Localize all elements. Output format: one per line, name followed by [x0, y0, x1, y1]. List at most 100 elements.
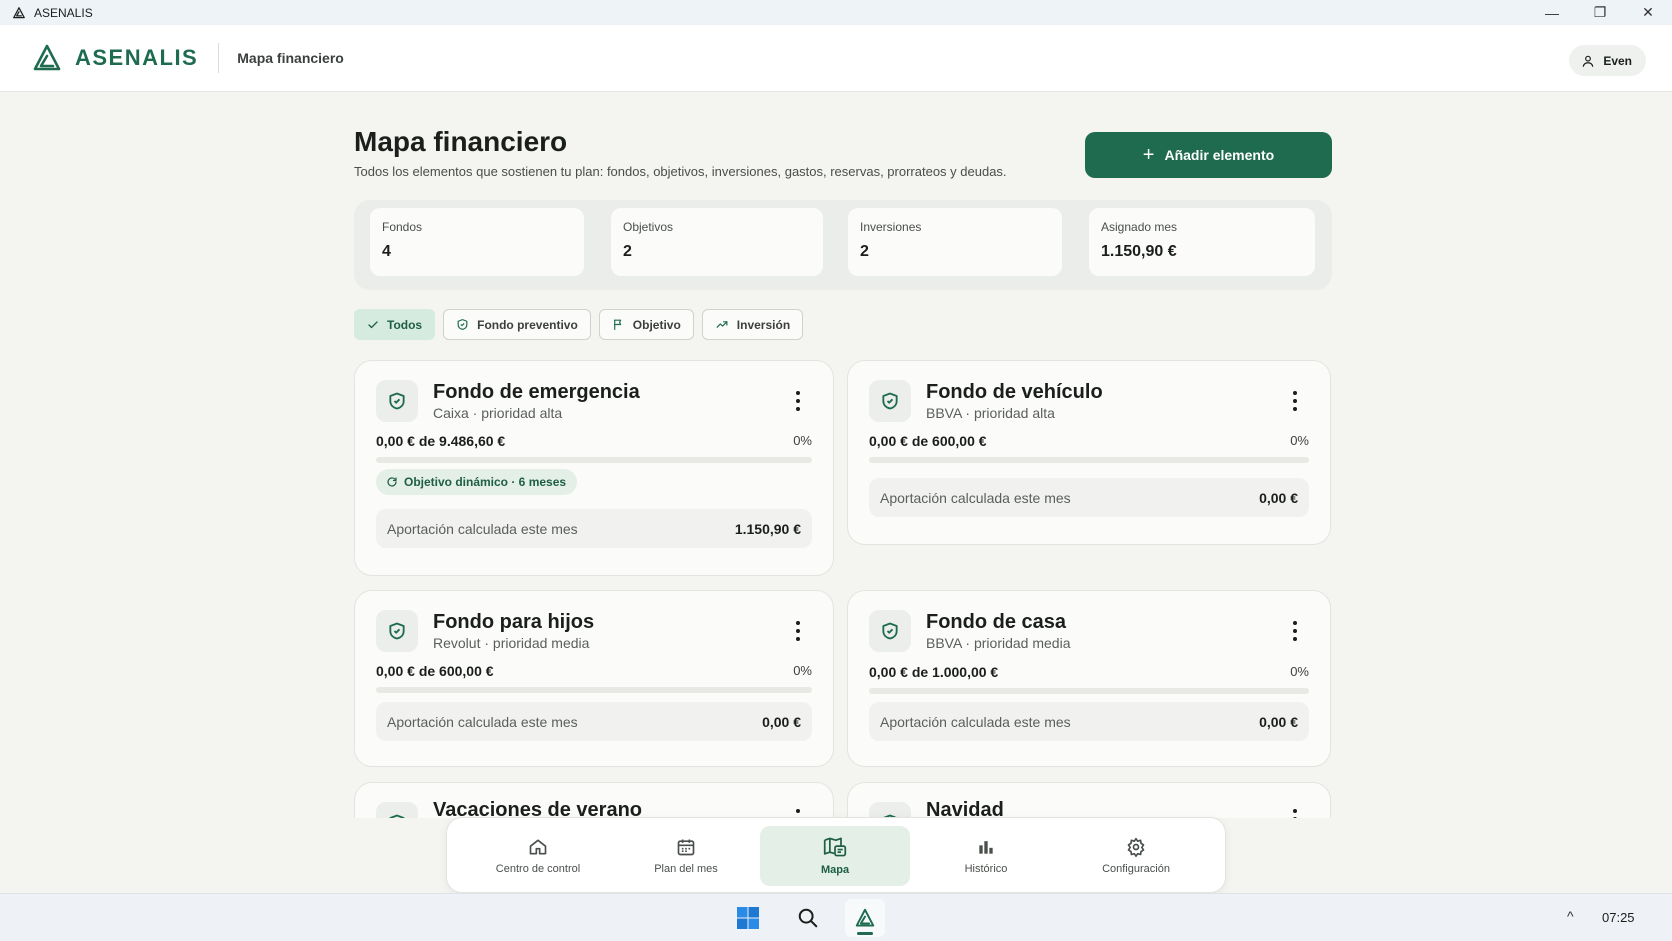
more-options-icon[interactable]: [1292, 621, 1298, 641]
stat-label: Objetivos: [623, 220, 674, 234]
filter-fondo-preventivo[interactable]: Fondo preventivo: [443, 309, 591, 340]
add-element-button[interactable]: + Añadir elemento: [1085, 132, 1332, 178]
stat-value: 2: [860, 243, 869, 260]
os-taskbar: ^ 07:25: [0, 893, 1672, 941]
start-button[interactable]: [728, 899, 768, 937]
contribution-label: Aportación calculada este mes: [880, 713, 1071, 730]
more-options-icon[interactable]: [1292, 809, 1298, 818]
bar-chart-icon: [976, 837, 996, 857]
filter-label: Todos: [387, 317, 423, 332]
card-fondo-casa[interactable]: Fondo de casa BBVA · prioridad media 0,0…: [847, 590, 1331, 767]
page-title: Mapa financiero: [354, 126, 568, 157]
nav-centro-de-control[interactable]: Centro de control: [463, 826, 613, 886]
shield-icon: [869, 610, 911, 652]
card-subtitle: BBVA · prioridad alta: [926, 405, 1055, 421]
card-subtitle: Revolut · prioridad media: [433, 635, 590, 651]
shield-icon: [376, 380, 418, 422]
filter-objetivo[interactable]: Objetivo: [598, 309, 694, 340]
maximize-button[interactable]: ❐: [1576, 0, 1624, 25]
main-content[interactable]: Mapa financiero Todos los elementos que …: [0, 92, 1672, 818]
card-subtitle: BBVA · prioridad media: [926, 635, 1071, 651]
stat-inversiones: Inversiones 2: [848, 208, 1062, 276]
search-icon: [798, 908, 818, 928]
user-name: Even: [1603, 53, 1632, 68]
system-clock[interactable]: 07:25: [1602, 910, 1635, 925]
card-fondo-hijos[interactable]: Fondo para hijos Revolut · prioridad med…: [354, 590, 834, 767]
card-fondo-vehiculo[interactable]: Fondo de vehículo BBVA · prioridad alta …: [847, 360, 1331, 545]
gear-icon: [1126, 837, 1146, 857]
card-subtitle: Caixa · prioridad alta: [433, 405, 563, 421]
map-icon: [823, 836, 847, 858]
stat-label: Fondos: [382, 220, 423, 234]
card-fondo-emergencia[interactable]: Fondo de emergencia Caixa · prioridad al…: [354, 360, 834, 576]
nav-label: Histórico: [964, 863, 1008, 875]
filter-label: Inversión: [736, 317, 791, 332]
shield-icon: [869, 802, 911, 818]
header-divider: [218, 43, 220, 73]
contribution-label: Aportación calculada este mes: [880, 489, 1071, 506]
window-title: ASENALIS: [34, 5, 93, 20]
nav-label: Configuración: [1102, 863, 1170, 875]
shield-icon: [376, 802, 418, 818]
card-contribution: Aportación calculada este mes 0,00 €: [869, 702, 1309, 741]
card-title: Fondo para hijos: [433, 611, 595, 633]
card-contribution: Aportación calculada este mes 0,00 €: [869, 478, 1309, 517]
contribution-value: 0,00 €: [1259, 713, 1298, 730]
nav-label: Plan del mes: [654, 863, 718, 875]
user-menu-button[interactable]: Even: [1569, 45, 1646, 76]
card-progress-bar: [376, 687, 812, 693]
filter-label: Objetivo: [632, 317, 681, 332]
stat-asignado-mes: Asignado mes 1.150,90 €: [1089, 208, 1315, 276]
nav-mapa[interactable]: Mapa: [760, 826, 910, 886]
minimize-button[interactable]: —: [1528, 0, 1576, 25]
header-page-name: Mapa financiero: [237, 50, 344, 66]
more-options-icon[interactable]: [795, 391, 801, 411]
filter-inversion[interactable]: Inversión: [701, 309, 804, 340]
contribution-value: 0,00 €: [1259, 489, 1298, 506]
window-titlebar: ASENALIS — ❐ ✕: [0, 0, 1672, 25]
page-subtitle: Todos los elementos que sostienen tu pla…: [354, 164, 1007, 179]
stat-objetivos: Objetivos 2: [611, 208, 823, 276]
plus-icon: +: [1142, 143, 1155, 166]
search-button[interactable]: [788, 899, 828, 937]
card-percent: 0%: [793, 663, 812, 678]
shield-icon: [457, 319, 468, 330]
filter-todos[interactable]: Todos: [354, 309, 436, 340]
nav-configuracion[interactable]: Configuración: [1061, 826, 1211, 886]
dynamic-goal-badge: Objetivo dinámico · 6 meses: [376, 469, 578, 495]
windows-icon: [737, 907, 759, 929]
nav-plan-del-mes[interactable]: Plan del mes: [611, 826, 761, 886]
app-logo-icon: [855, 908, 875, 927]
more-options-icon[interactable]: [795, 621, 801, 641]
close-button[interactable]: ✕: [1624, 0, 1672, 25]
stat-fondos: Fondos 4: [370, 208, 584, 276]
card-contribution: Aportación calculada este mes 0,00 €: [376, 702, 812, 741]
filter-label: Fondo preventivo: [477, 317, 578, 332]
nav-label: Mapa: [820, 864, 850, 876]
home-icon: [528, 837, 548, 857]
refresh-icon: [387, 477, 397, 487]
shield-icon: [869, 380, 911, 422]
card-contribution: Aportación calculada este mes 1.150,90 €: [376, 509, 812, 548]
shield-icon: [376, 610, 418, 652]
window-controls: — ❐ ✕: [1528, 0, 1672, 25]
more-options-icon[interactable]: [1292, 391, 1298, 411]
nav-historico[interactable]: Histórico: [911, 826, 1061, 886]
card-progress-text: 0,00 € de 1.000,00 €: [869, 664, 999, 680]
nav-label: Centro de control: [495, 863, 581, 875]
card-navidad[interactable]: Navidad: [847, 782, 1331, 818]
user-icon: [1583, 55, 1594, 67]
card-vacaciones-verano[interactable]: Vacaciones de verano: [354, 782, 834, 818]
brand[interactable]: ASENALIS: [31, 42, 198, 74]
card-title: Navidad: [926, 799, 1004, 818]
card-percent: 0%: [793, 433, 812, 448]
card-title: Vacaciones de verano: [433, 799, 643, 818]
tray-chevron-icon[interactable]: ^: [1567, 908, 1574, 924]
contribution-value: 0,00 €: [762, 713, 801, 730]
brand-name: ASENALIS: [75, 45, 199, 70]
stat-label: Asignado mes: [1101, 220, 1178, 234]
bottom-navigation: Centro de control Plan del mes Mapa Hist…: [446, 817, 1226, 893]
stat-value: 2: [623, 243, 632, 260]
app-logo-icon: [12, 6, 26, 20]
taskbar-app-asenalis[interactable]: [845, 899, 885, 937]
